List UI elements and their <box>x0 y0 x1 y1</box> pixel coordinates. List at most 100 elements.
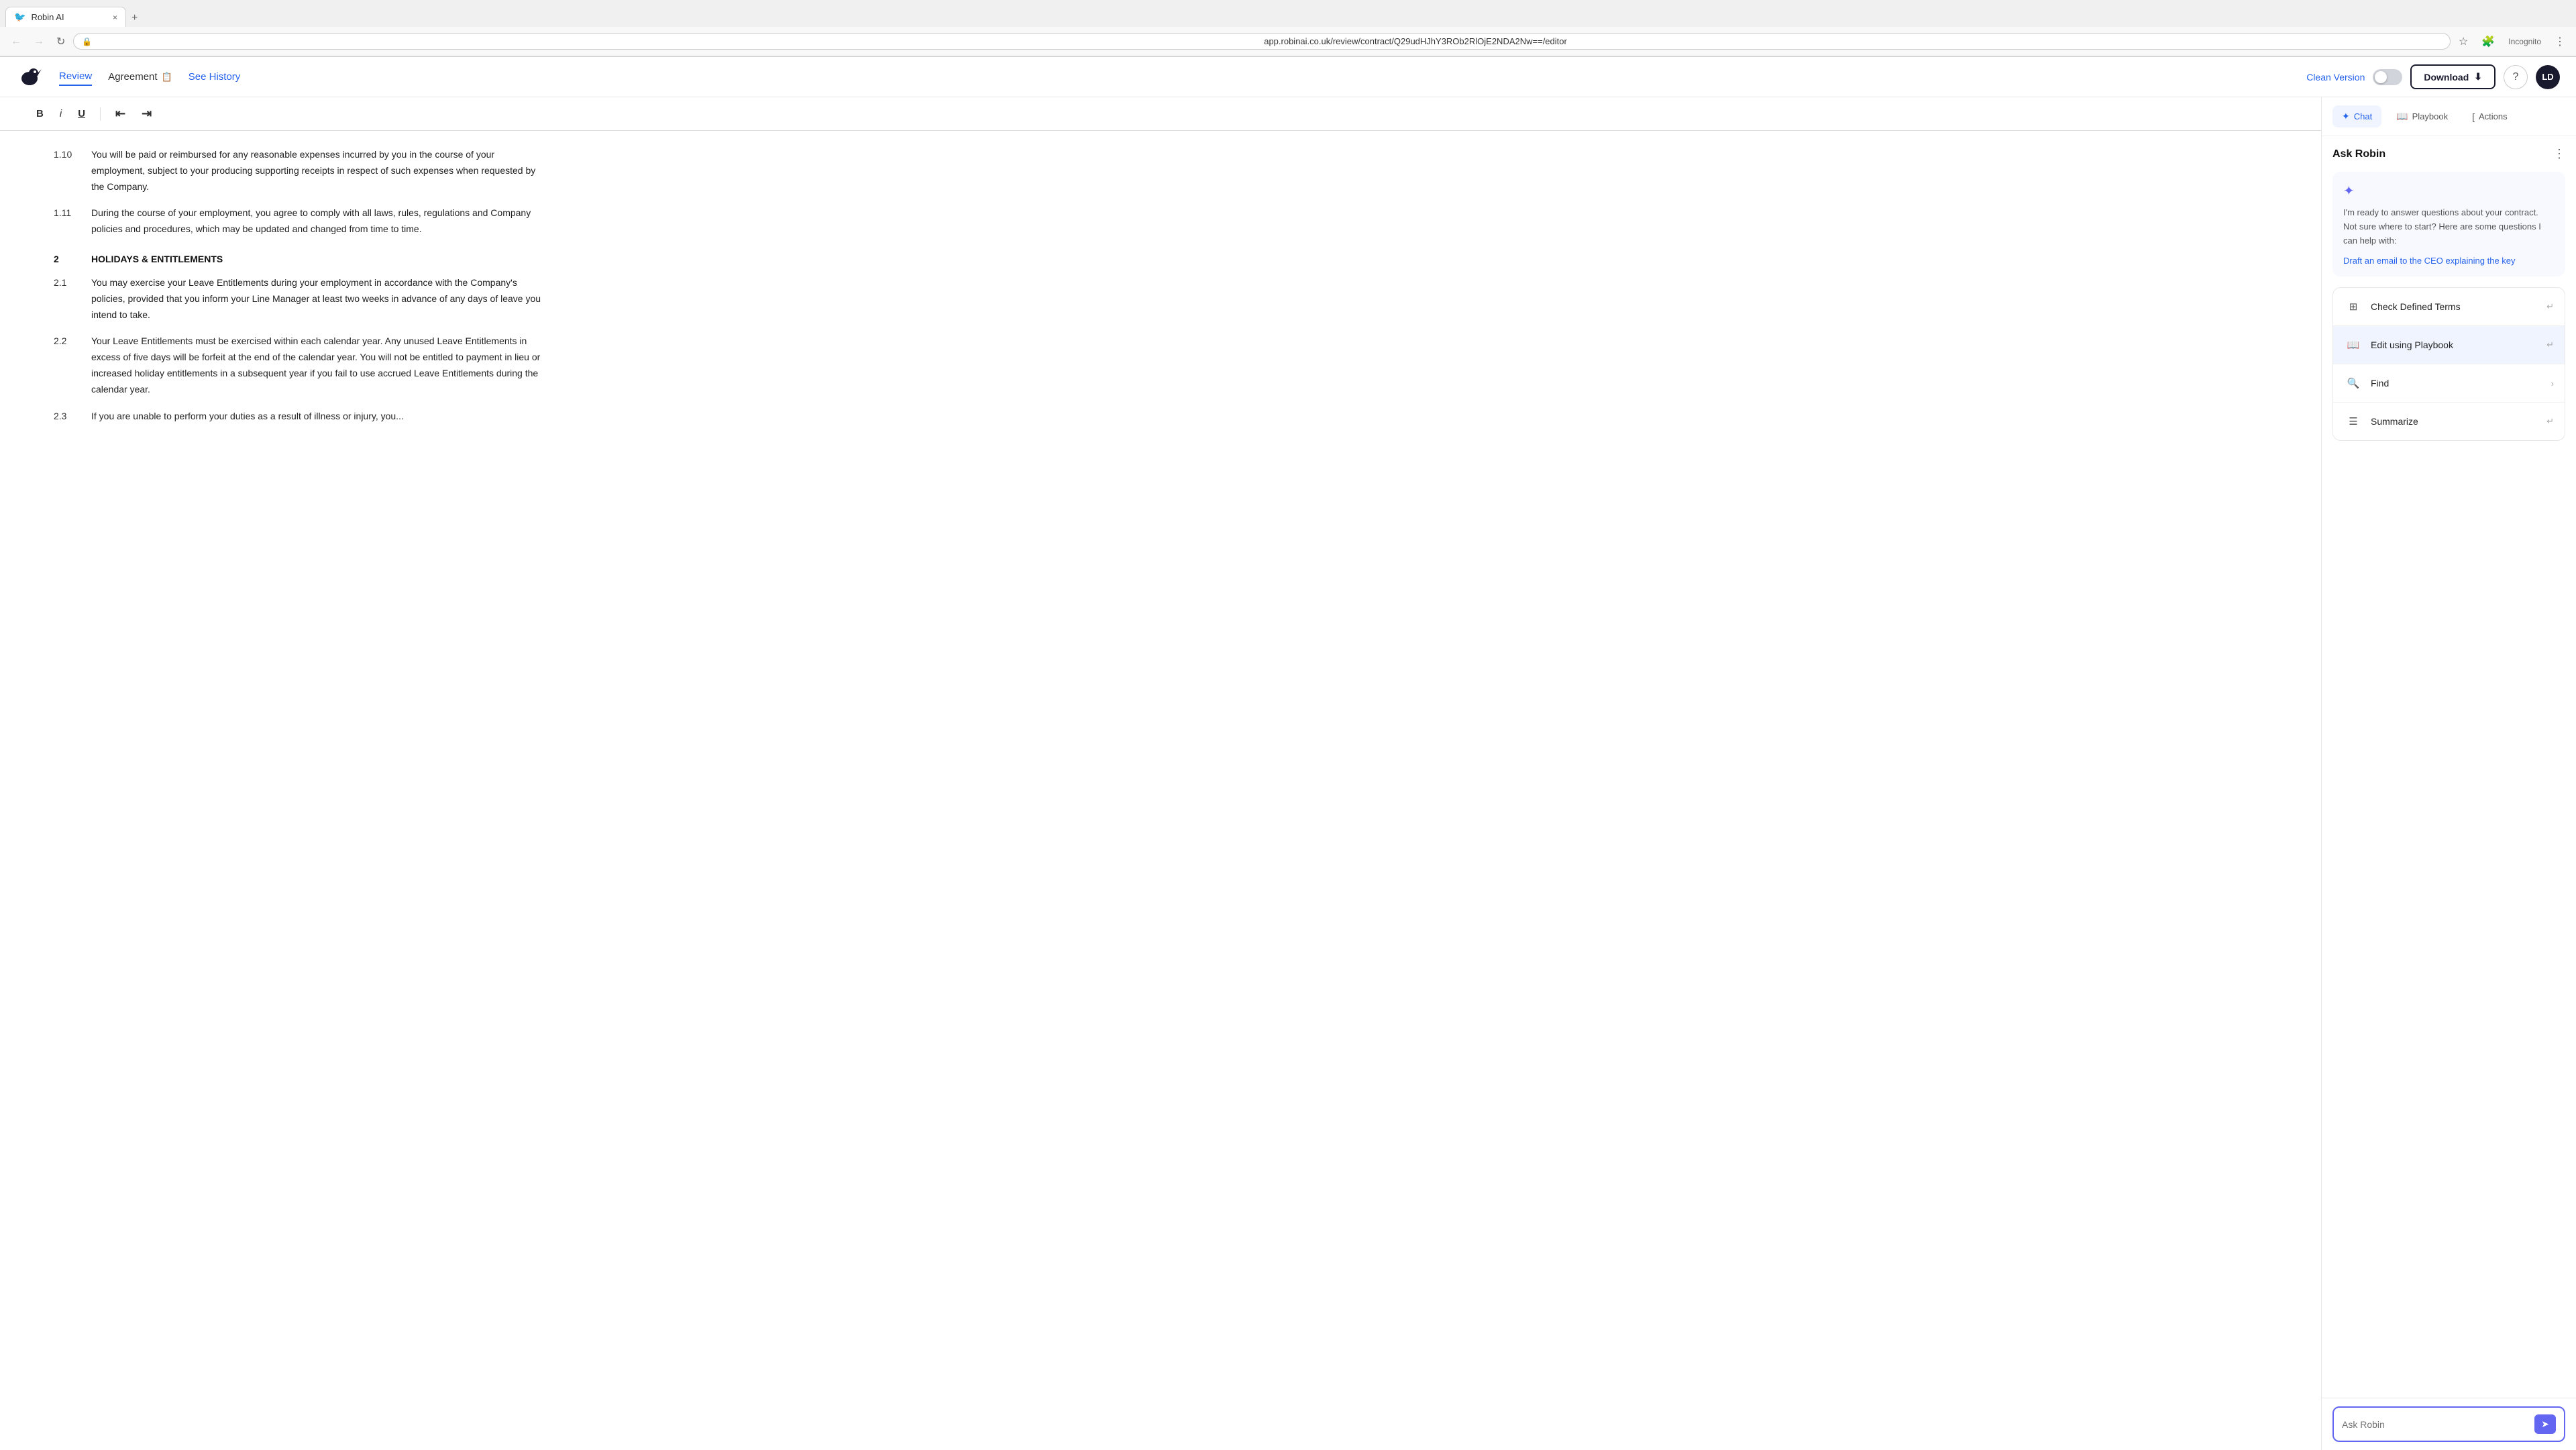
actions-tab-label: Actions <box>2479 111 2508 121</box>
check-defined-terms-label: Check Defined Terms <box>2371 301 2538 312</box>
robin-intro-text: I'm ready to answer questions about your… <box>2343 206 2555 248</box>
bookmark-button[interactable]: ☆ <box>2455 32 2472 51</box>
new-tab-button[interactable]: + <box>126 9 143 27</box>
action-edit-using-playbook[interactable]: 📖 Edit using Playbook ↵ <box>2333 326 2565 364</box>
robin-suggestion-link[interactable]: Draft an email to the CEO explaining the… <box>2343 256 2555 266</box>
section-2-clauses: 2.1 You may exercise your Leave Entitlem… <box>54 275 550 424</box>
action-find[interactable]: 🔍 Find › <box>2333 364 2565 403</box>
clause-1-11-num: 1.11 <box>54 205 80 238</box>
tab-playbook[interactable]: 📖 Playbook <box>2387 105 2457 127</box>
robin-logo-icon <box>16 64 43 91</box>
doc-copy-icon[interactable]: 📋 <box>162 72 172 83</box>
chat-tab-icon: ✦ <box>2342 111 2350 122</box>
edit-playbook-shortcut: ↵ <box>2546 340 2554 350</box>
see-history-link[interactable]: See History <box>189 68 241 85</box>
tab-actions[interactable]: [ Actions <box>2463 106 2517 127</box>
app-header: Review Agreement 📋 See History Clean Ver… <box>0 57 2576 97</box>
panel-tabs: ✦ Chat 📖 Playbook [ Actions <box>2322 97 2576 136</box>
user-avatar[interactable]: LD <box>2536 65 2560 89</box>
clean-version-label: Clean Version <box>2306 72 2365 83</box>
doc-name-text: Agreement <box>108 71 157 83</box>
nav-actions: ☆ 🧩 Incognito ⋮ <box>2455 32 2569 51</box>
download-icon: ⬇ <box>2474 71 2482 83</box>
find-shortcut: › <box>2551 378 2554 389</box>
clause-1-10-num: 1.10 <box>54 147 80 195</box>
indent-right-button[interactable]: ⇥ <box>138 104 156 123</box>
nav-back-button[interactable]: ← <box>7 33 25 50</box>
nav-forward-button[interactable]: → <box>30 33 48 50</box>
action-check-defined-terms[interactable]: ⊞ Check Defined Terms ↵ <box>2333 288 2565 326</box>
app-logo <box>16 64 43 91</box>
document-area: B i U ⇤ ⇥ 1.10 You will be paid or reimb… <box>0 97 2321 1450</box>
clause-2-1: 2.1 You may exercise your Leave Entitlem… <box>54 275 550 323</box>
download-label: Download <box>2424 72 2469 83</box>
summarize-shortcut: ↵ <box>2546 416 2554 427</box>
tab-label: Robin AI <box>31 12 64 22</box>
underline-button[interactable]: U <box>74 105 89 122</box>
browser-menu-button[interactable]: ⋮ <box>2551 32 2569 51</box>
edit-playbook-label: Edit using Playbook <box>2371 340 2538 350</box>
toolbar-divider <box>100 107 101 121</box>
edit-playbook-icon: 📖 <box>2344 335 2363 354</box>
robin-intro-box: ✦ I'm ready to answer questions about yo… <box>2332 172 2565 276</box>
clause-1-11-text: During the course of your employment, yo… <box>91 205 550 238</box>
tab-close-button[interactable]: × <box>113 13 117 22</box>
browser-nav-bar: ← → ↻ 🔒 app.robinai.co.uk/review/contrac… <box>0 27 2576 56</box>
clause-2-2-num: 2.2 <box>54 333 80 397</box>
clause-2-3-text: If you are unable to perform your duties… <box>91 409 550 425</box>
tab-favicon: 🐦 <box>14 11 25 23</box>
chat-tab-label: Chat <box>2354 111 2372 121</box>
tab-chat[interactable]: ✦ Chat <box>2332 105 2381 127</box>
main-layout: B i U ⇤ ⇥ 1.10 You will be paid or reimb… <box>0 97 2576 1450</box>
section-1-clauses: 1.10 You will be paid or reimbursed for … <box>54 147 550 238</box>
section-2-heading: HOLIDAYS & ENTITLEMENTS <box>91 254 223 264</box>
panel-content: Ask Robin ⋮ ✦ I'm ready to answer questi… <box>2322 136 2576 1398</box>
clause-2-2-text: Your Leave Entitlements must be exercise… <box>91 333 550 397</box>
quick-actions-list: ⊞ Check Defined Terms ↵ 📖 Edit using Pla… <box>2332 287 2565 441</box>
incognito-label: Incognito <box>2504 34 2545 49</box>
url-bar[interactable]: 🔒 app.robinai.co.uk/review/contract/Q29u… <box>73 33 2451 50</box>
browser-chrome: 🐦 Robin AI × + ← → ↻ 🔒 app.robinai.co.uk… <box>0 0 2576 57</box>
ask-robin-input-area: ➤ <box>2322 1398 2576 1450</box>
indent-left-button[interactable]: ⇤ <box>111 104 129 123</box>
ask-robin-send-button[interactable]: ➤ <box>2534 1414 2556 1434</box>
download-button[interactable]: Download ⬇ <box>2410 64 2496 89</box>
clause-1-10-text: You will be paid or reimbursed for any r… <box>91 147 550 195</box>
italic-button[interactable]: i <box>56 105 66 122</box>
right-panel: ✦ Chat 📖 Playbook [ Actions Ask Robin ⋮ … <box>2321 97 2576 1450</box>
url-text: app.robinai.co.uk/review/contract/Q29udH… <box>1264 36 2442 46</box>
clause-1-10: 1.10 You will be paid or reimbursed for … <box>54 147 550 195</box>
section-2-title: 2 HOLIDAYS & ENTITLEMENTS <box>54 254 550 264</box>
ask-robin-title: Ask Robin <box>2332 148 2385 160</box>
clause-1-11: 1.11 During the course of your employmen… <box>54 205 550 238</box>
clause-2-2: 2.2 Your Leave Entitlements must be exer… <box>54 333 550 397</box>
doc-name-group: Agreement 📋 <box>108 71 172 83</box>
clause-2-1-text: You may exercise your Leave Entitlements… <box>91 275 550 323</box>
robin-intro-icon: ✦ <box>2343 183 2555 199</box>
action-summarize[interactable]: ☰ Summarize ↵ <box>2333 403 2565 440</box>
playbook-tab-icon: 📖 <box>2396 111 2408 122</box>
bold-button[interactable]: B <box>32 105 48 122</box>
check-defined-terms-icon: ⊞ <box>2344 297 2363 316</box>
extensions-button[interactable]: 🧩 <box>2477 32 2499 51</box>
nav-refresh-button[interactable]: ↻ <box>52 32 69 51</box>
section-2-num: 2 <box>54 254 80 264</box>
ask-robin-menu-button[interactable]: ⋮ <box>2553 147 2565 161</box>
clause-2-1-num: 2.1 <box>54 275 80 323</box>
ask-robin-header: Ask Robin ⋮ <box>2332 147 2565 161</box>
check-defined-terms-shortcut: ↵ <box>2546 301 2554 312</box>
help-button[interactable]: ? <box>2504 65 2528 89</box>
playbook-tab-label: Playbook <box>2412 111 2448 121</box>
header-actions: Clean Version Download ⬇ ? LD <box>2306 64 2560 89</box>
active-tab[interactable]: 🐦 Robin AI × <box>5 7 126 27</box>
clause-2-3-num: 2.3 <box>54 409 80 425</box>
find-icon: 🔍 <box>2344 374 2363 393</box>
nav-review[interactable]: Review <box>59 68 92 86</box>
clean-version-toggle[interactable] <box>2373 69 2402 85</box>
lock-icon: 🔒 <box>82 37 1260 46</box>
ask-robin-input-wrap[interactable]: ➤ <box>2332 1406 2565 1442</box>
ask-robin-input[interactable] <box>2342 1419 2529 1430</box>
document-content: 1.10 You will be paid or reimbursed for … <box>0 131 604 467</box>
actions-tab-icon: [ <box>2472 111 2475 122</box>
tab-bar: 🐦 Robin AI × + <box>0 0 2576 27</box>
